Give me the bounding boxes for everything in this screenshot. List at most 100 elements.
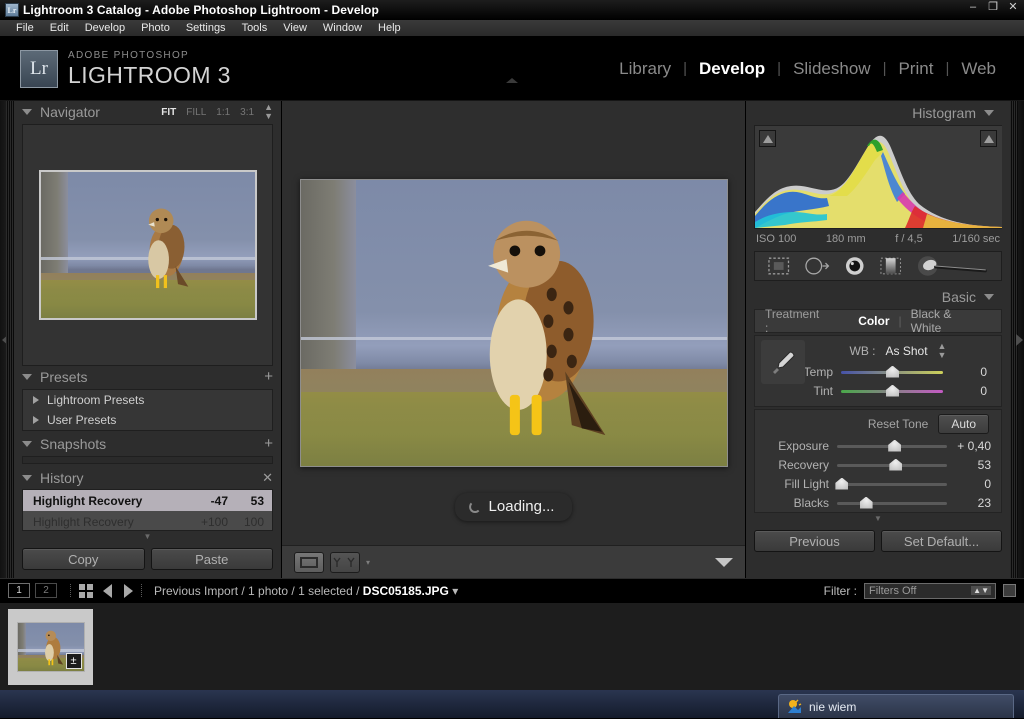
top-panel-toggle-nub[interactable] — [506, 78, 518, 83]
menu-item-file[interactable]: File — [8, 22, 42, 34]
menu-item-tools[interactable]: Tools — [234, 22, 276, 34]
adjustment-brush-tool[interactable] — [917, 256, 989, 276]
clear-history-button[interactable]: ✕ — [262, 471, 273, 484]
go-back-arrow[interactable] — [103, 583, 112, 598]
zoom-stepper-icon[interactable]: ▲ ▼ — [264, 103, 273, 121]
white-balance-selector-tool[interactable] — [761, 340, 805, 384]
navigator-preview[interactable] — [22, 123, 273, 367]
module-develop[interactable]: Develop — [687, 59, 777, 79]
recovery-slider-knob[interactable] — [889, 458, 903, 471]
temp-slider-track[interactable] — [841, 365, 943, 379]
history-item[interactable]: Highlight Recovery +100 100 — [23, 511, 272, 531]
treatment-color-option[interactable]: Color — [849, 314, 898, 328]
module-web[interactable]: Web — [949, 59, 1008, 79]
tint-slider-track[interactable] — [841, 384, 943, 398]
temp-slider-knob[interactable] — [886, 365, 899, 378]
image-stage[interactable]: Loading... — [282, 101, 745, 545]
white-balance-row[interactable]: WB : As Shot ▲ ▼ — [803, 340, 993, 362]
blacks-slider-row[interactable]: Blacks 23 — [759, 493, 997, 512]
exposure-slider-knob[interactable] — [888, 439, 902, 452]
filter-select[interactable]: Filters Off ▲▼ — [864, 582, 996, 599]
blacks-slider-track[interactable] — [837, 496, 947, 510]
paste-button[interactable]: Paste — [150, 548, 273, 570]
navigator-header[interactable]: Navigator FIT FILL 1:1 3:1 ▲ ▼ — [14, 101, 281, 124]
right-panel-resize-nub[interactable]: ▼ — [746, 515, 1010, 523]
basic-panel-header[interactable]: Basic — [746, 285, 1010, 309]
toolbar-options-caret[interactable]: ▾ — [366, 558, 370, 567]
chevron-down-icon[interactable]: ▾ — [452, 584, 458, 598]
treatment-bw-option[interactable]: Black & White — [902, 307, 991, 335]
reset-tone-button[interactable]: Reset Tone — [868, 417, 929, 431]
screen-1-button[interactable]: 1 — [8, 583, 30, 598]
zoom-mode-3-1[interactable]: 3:1 — [240, 107, 254, 118]
right-panel-collapse-strip[interactable] — [1010, 101, 1024, 578]
histogram-title: Histogram — [912, 105, 976, 121]
exposure-slider-row[interactable]: Exposure + 0,40 — [759, 436, 997, 455]
left-panel-resize-nub[interactable]: ▼ — [14, 533, 281, 541]
taskbar-item[interactable]: nie wiem — [778, 694, 1014, 718]
snapshots-header[interactable]: Snapshots + — [14, 433, 281, 456]
recovery-label: Recovery — [778, 457, 829, 472]
histogram-chart[interactable] — [754, 125, 1002, 229]
menu-item-window[interactable]: Window — [315, 22, 370, 34]
zoom-mode-fill[interactable]: FILL — [186, 107, 206, 118]
go-forward-arrow[interactable] — [124, 583, 133, 598]
menu-item-edit[interactable]: Edit — [42, 22, 77, 34]
add-snapshot-button[interactable]: + — [264, 436, 273, 451]
presets-header[interactable]: Presets + — [14, 366, 281, 389]
main-photo[interactable] — [299, 179, 728, 467]
menu-item-settings[interactable]: Settings — [178, 22, 234, 34]
fill-light-slider-track[interactable] — [835, 477, 947, 491]
zoom-mode-1-1[interactable]: 1:1 — [216, 107, 230, 118]
crop-overlay-tool[interactable] — [767, 256, 790, 276]
shadow-clipping-button[interactable] — [759, 130, 776, 147]
preset-group-user[interactable]: User Presets — [23, 410, 272, 430]
red-eye-correction-tool[interactable] — [844, 256, 865, 276]
maximize-icon[interactable]: ❐ — [986, 1, 1000, 15]
develop-adjustment-badge[interactable]: ± — [65, 652, 82, 669]
blacks-value: 23 — [977, 495, 991, 510]
auto-tone-button[interactable]: Auto — [938, 414, 989, 434]
set-default-button[interactable]: Set Default... — [881, 530, 1002, 552]
menu-item-view[interactable]: View — [275, 22, 315, 34]
preset-group-lightroom[interactable]: Lightroom Presets — [23, 390, 272, 410]
previous-button[interactable]: Previous — [754, 530, 875, 552]
menu-item-develop[interactable]: Develop — [77, 22, 133, 34]
exposure-slider-track[interactable] — [837, 439, 947, 453]
copy-button[interactable]: Copy — [22, 548, 145, 570]
screen-2-button[interactable]: 2 — [35, 583, 57, 598]
breadcrumb[interactable]: Previous Import / 1 photo / 1 selected /… — [154, 584, 458, 598]
minimize-icon[interactable]: – — [966, 1, 980, 15]
toolbar-hide-button[interactable] — [715, 557, 733, 567]
grid-view-icon[interactable] — [79, 583, 93, 598]
menu-item-help[interactable]: Help — [370, 22, 409, 34]
histogram-header[interactable]: Histogram — [746, 101, 1010, 125]
zoom-mode-fit[interactable]: FIT — [161, 107, 176, 118]
loupe-view-button[interactable] — [294, 551, 324, 573]
filter-lock-toggle[interactable] — [1003, 584, 1016, 597]
add-preset-button[interactable]: + — [264, 369, 273, 384]
spot-removal-tool[interactable] — [804, 256, 830, 276]
fill-light-slider-row[interactable]: Fill Light 0 — [759, 474, 997, 493]
module-library[interactable]: Library — [607, 59, 683, 79]
close-icon[interactable]: ✕ — [1006, 1, 1020, 15]
recovery-slider-row[interactable]: Recovery 53 — [759, 455, 997, 474]
filmstrip-thumbnail[interactable]: ± — [16, 621, 85, 672]
blacks-slider-knob[interactable] — [859, 496, 873, 509]
preset-group-label: User Presets — [47, 412, 117, 427]
module-slideshow[interactable]: Slideshow — [781, 59, 883, 79]
highlight-clipping-button[interactable] — [980, 130, 997, 147]
left-panel-collapse-strip[interactable] — [0, 101, 14, 578]
history-item[interactable]: Highlight Recovery -47 53 — [23, 490, 272, 512]
menu-item-photo[interactable]: Photo — [133, 22, 178, 34]
graduated-filter-tool[interactable] — [879, 256, 902, 276]
recovery-slider-track[interactable] — [837, 458, 947, 472]
tint-slider-knob[interactable] — [886, 384, 899, 397]
filter-stepper-icon[interactable]: ▲▼ — [971, 586, 991, 595]
before-after-button[interactable] — [330, 551, 360, 573]
fill-light-slider-knob[interactable] — [835, 477, 849, 490]
wb-stepper-icon[interactable]: ▲ ▼ — [938, 342, 947, 360]
history-header[interactable]: History ✕ — [14, 466, 281, 489]
module-print[interactable]: Print — [886, 59, 945, 79]
filmstrip-thumbnail-cell[interactable]: ± — [8, 608, 93, 685]
